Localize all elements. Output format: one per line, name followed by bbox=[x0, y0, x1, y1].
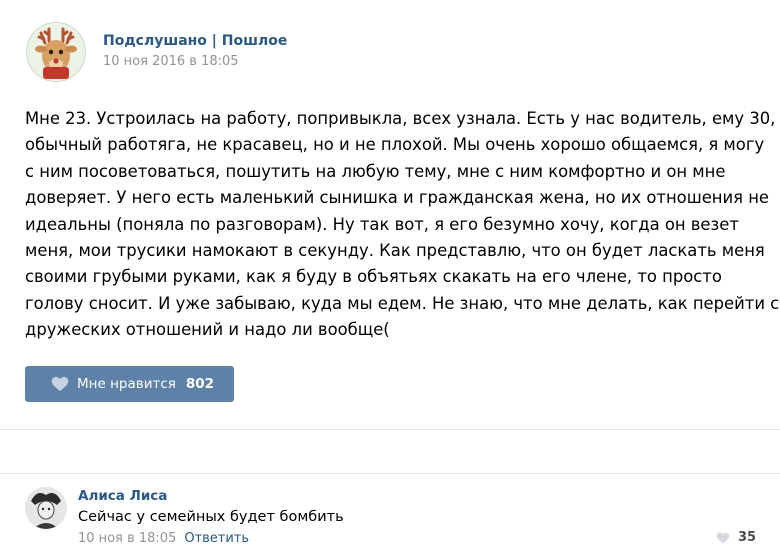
post-text: Мне 23. Устроилась на работу, попривыкла… bbox=[25, 106, 780, 344]
post-text-line: меня, мои трусики намокают в секунду. Ка… bbox=[25, 241, 765, 261]
group-avatar[interactable] bbox=[26, 22, 86, 82]
comment-like-count: 35 bbox=[738, 530, 757, 545]
like-label: Мне нравится bbox=[77, 376, 176, 392]
comment-text: Сейчас у семейных будет бомбить bbox=[78, 509, 344, 525]
post-text-line: с ним посоветоваться, пошутить на любую … bbox=[25, 161, 726, 181]
heart-icon bbox=[716, 532, 730, 543]
post-text-line: обычный работяга, не красавец, но и не п… bbox=[25, 135, 765, 155]
comment-author-link[interactable]: Алиса Лиса bbox=[78, 488, 167, 504]
heart-icon bbox=[51, 376, 69, 392]
like-button[interactable]: Мне нравится 802 bbox=[25, 366, 234, 402]
post-text-line: дружеских отношений и надо ли вообще( bbox=[25, 320, 390, 340]
post-text-line: своими грубыми руками, как я буду в объя… bbox=[25, 267, 722, 287]
post-text-line: доверяет. У него есть маленький сынишка … bbox=[25, 188, 770, 208]
divider bbox=[0, 473, 780, 474]
reply-link[interactable]: Ответить bbox=[184, 531, 249, 546]
user-avatar-icon bbox=[25, 487, 67, 529]
comment-date[interactable]: 10 ноя в 18:05 bbox=[78, 531, 176, 546]
post-text-line: идеальны (поняла по разговорам). Ну так … bbox=[25, 214, 739, 234]
post-text-line: Мне 23. Устроилась на работу, попривыкла… bbox=[25, 109, 776, 128]
post-text-line: голову сносит. И уже забываю, куда мы ед… bbox=[25, 293, 780, 313]
divider bbox=[0, 429, 780, 430]
comment-avatar[interactable] bbox=[25, 487, 67, 529]
comment-meta: 10 ноя в 18:05 Ответить bbox=[78, 531, 249, 546]
group-name-link[interactable]: Подслушано | Пошлое bbox=[103, 33, 287, 49]
like-count: 802 bbox=[185, 376, 215, 392]
reindeer-avatar-icon bbox=[27, 23, 85, 81]
post-date[interactable]: 10 ноя 2016 в 18:05 bbox=[103, 54, 239, 69]
comment-like-button[interactable]: 35 bbox=[716, 530, 756, 545]
